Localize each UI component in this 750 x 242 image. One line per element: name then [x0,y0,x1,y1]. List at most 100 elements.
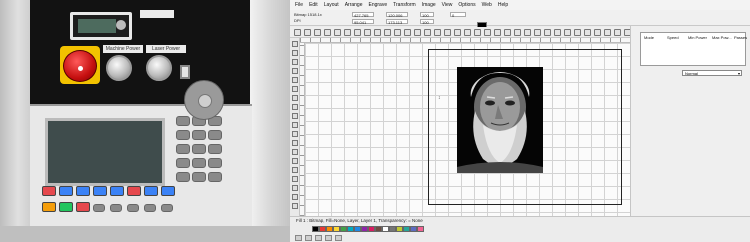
rotation-angle-field[interactable]: 0 [450,12,466,18]
toolbox-tool-icon[interactable] [292,86,298,92]
toolbar-tool-icon[interactable] [554,29,561,36]
position-x-field[interactable]: 427.765 [352,12,374,18]
toolbar-tool-icon[interactable] [594,29,601,36]
toolbox-tool-icon[interactable] [292,104,298,110]
controller-key[interactable] [110,204,122,212]
controller-key[interactable] [192,144,206,154]
toolbar-tool-icon[interactable] [464,29,471,36]
palette-swatch[interactable] [368,226,375,232]
toolbox-tool-icon[interactable] [292,149,298,155]
scale-height-field[interactable]: 100 [420,19,434,25]
toolbox-tool-icon[interactable] [292,203,298,209]
palette-swatch[interactable] [312,226,319,232]
toolbox-tool-icon[interactable] [292,41,298,47]
palette-swatch[interactable] [389,226,396,232]
toolbar-tool-icon[interactable] [434,29,441,36]
status-icon[interactable] [325,235,332,241]
toolbar-tool-icon[interactable] [564,29,571,36]
position-y-field[interactable]: 95.041 [352,19,374,25]
display-knob[interactable] [116,20,126,30]
laser-power-button[interactable] [146,55,172,81]
palette-swatch[interactable] [417,226,424,232]
toolbar-tool-icon[interactable] [374,29,381,36]
toolbar-tool-icon[interactable] [544,29,551,36]
controller-key[interactable] [144,204,156,212]
toolbar-tool-icon[interactable] [484,29,491,36]
menu-engrave[interactable]: Engrave [369,2,388,8]
toolbar-tool-icon[interactable] [424,29,431,36]
toolbox-tool-icon[interactable] [292,68,298,74]
toolbar-tool-icon[interactable] [294,29,301,36]
controller-key[interactable] [208,144,222,154]
controller-key[interactable] [176,130,190,140]
mode-select[interactable]: Normal ▾ [682,70,742,76]
controller-key[interactable] [208,172,222,182]
machine-power-button[interactable] [106,55,132,81]
controller-function-key[interactable] [42,202,56,212]
palette-swatch[interactable] [361,226,368,232]
toolbar-tool-icon[interactable] [364,29,371,36]
controller-key[interactable] [176,158,190,168]
toolbox-tool-icon[interactable] [292,95,298,101]
palette-swatch[interactable] [347,226,354,232]
menu-layout[interactable]: Layout [324,2,339,8]
controller-key[interactable] [176,116,190,126]
menu-transform[interactable]: Transform [393,2,416,8]
menu-file[interactable]: File [295,2,303,8]
menu-edit[interactable]: Edit [309,2,318,8]
palette-swatch[interactable] [326,226,333,232]
status-icon[interactable] [315,235,322,241]
controller-key[interactable] [208,158,222,168]
toolbar-tool-icon[interactable] [514,29,521,36]
toolbar-tool-icon[interactable] [614,29,621,36]
palette-swatch[interactable] [333,226,340,232]
toolbox-tool-icon[interactable] [292,140,298,146]
controller-function-key[interactable] [59,202,73,212]
toolbox-tool-icon[interactable] [292,59,298,65]
toolbox-tool-icon[interactable] [292,122,298,128]
toolbox-tool-icon[interactable] [292,77,298,83]
palette-swatch[interactable] [354,226,361,232]
toolbar-tool-icon[interactable] [534,29,541,36]
size-height-field[interactable]: 173.113 [386,19,408,25]
palette-swatch[interactable] [396,226,403,232]
toolbar-tool-icon[interactable] [414,29,421,36]
bitmap-image[interactable] [457,67,543,173]
toolbar-tool-icon[interactable] [504,29,511,36]
status-icon[interactable] [305,235,312,241]
menu-arrange[interactable]: Arrange [345,2,363,8]
enter-key[interactable] [198,94,212,108]
palette-swatch[interactable] [340,226,347,232]
menu-options[interactable]: Options [458,2,475,8]
controller-function-key[interactable] [110,186,124,196]
direction-pad[interactable] [184,80,224,120]
layer-table[interactable]: Mode Speed Min Power Max Pow... Passes [640,32,747,66]
toolbar-tool-icon[interactable] [304,29,311,36]
palette-swatch[interactable] [319,226,326,232]
palette-swatch[interactable] [382,226,389,232]
color-palette[interactable] [312,226,424,232]
controller-key[interactable] [208,130,222,140]
palette-swatch[interactable] [403,226,410,232]
toolbox-tool-icon[interactable] [292,158,298,164]
palette-swatch[interactable] [410,226,417,232]
toolbox-tool-icon[interactable] [292,50,298,56]
controller-key[interactable] [127,204,139,212]
controller-function-key[interactable] [76,186,90,196]
toolbar-tool-icon[interactable] [524,29,531,36]
toolbox-tool-icon[interactable] [292,185,298,191]
controller-function-key[interactable] [76,202,90,212]
toolbar-tool-icon[interactable] [314,29,321,36]
toolbox-tool-icon[interactable] [292,176,298,182]
toolbar-tool-icon[interactable] [454,29,461,36]
scale-width-field[interactable]: 100 [420,12,434,18]
controller-key[interactable] [176,172,190,182]
controller-key[interactable] [161,204,173,212]
menu-image[interactable]: Image [422,2,436,8]
toolbox-tool-icon[interactable] [292,131,298,137]
controller-function-key[interactable] [161,186,175,196]
controller-function-key[interactable] [59,186,73,196]
toolbox-tool-icon[interactable] [292,167,298,173]
menu-help[interactable]: Help [498,2,508,8]
toolbar-tool-icon[interactable] [444,29,451,36]
